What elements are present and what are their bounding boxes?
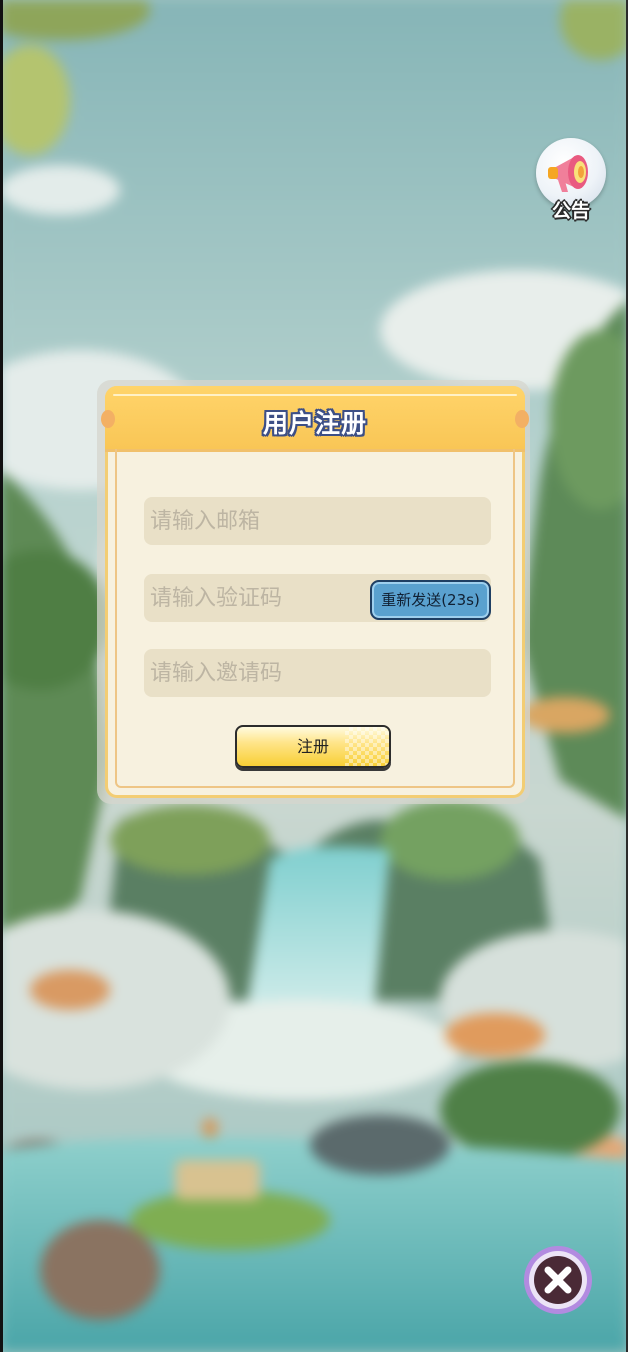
close-button[interactable] [522,1244,594,1316]
button-shine [345,727,389,766]
dialog-title: 用户注册 [262,409,367,438]
invite-code-field[interactable] [144,649,491,697]
dialog-header: 用户注册 [101,386,529,452]
resend-code-button[interactable]: 重新发送(23s) [370,580,491,620]
announcement-label: 公告 [551,200,590,222]
close-icon [524,1246,592,1314]
email-field[interactable] [144,497,491,545]
register-button[interactable]: 注册 [235,725,391,768]
left-edge [0,0,3,1352]
announcement-button[interactable]: 公告 [534,138,608,222]
register-dialog: 用户注册 重新发送(23s) 注册 [101,386,529,798]
register-button-label: 注册 [296,737,329,756]
header-highlight [113,394,517,396]
megaphone-icon [548,155,588,192]
